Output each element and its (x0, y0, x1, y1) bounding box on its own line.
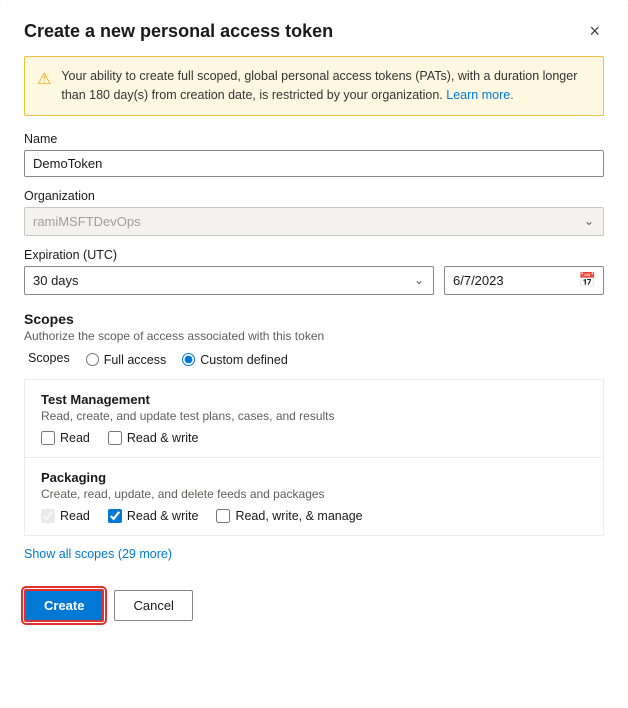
scopes-list-container: Test Management Read, create, and update… (24, 379, 604, 536)
packaging-read-label[interactable]: Read (41, 509, 90, 523)
scope-title-test-management: Test Management (41, 392, 587, 407)
show-all-scopes-button[interactable]: Show all scopes (29 more) (24, 547, 172, 561)
org-select-wrapper: ramiMSFTDevOps ⌄ (24, 207, 604, 236)
custom-defined-radio[interactable] (182, 353, 195, 366)
scope-desc-test-management: Read, create, and update test plans, cas… (41, 409, 587, 423)
warning-icon: ⚠ (37, 68, 51, 105)
packaging-readwritemanage-label[interactable]: Read, write, & manage (216, 509, 362, 523)
custom-defined-radio-label[interactable]: Custom defined (182, 353, 288, 367)
scope-block-packaging: Packaging Create, read, update, and dele… (25, 458, 603, 535)
test-mgmt-read-label[interactable]: Read (41, 431, 90, 445)
full-access-label: Full access (104, 353, 167, 367)
scope-title-packaging: Packaging (41, 470, 587, 485)
date-input[interactable] (444, 266, 604, 295)
scopes-scroll[interactable]: Test Management Read, create, and update… (25, 380, 603, 535)
org-label: Organization (24, 189, 604, 203)
test-mgmt-readwrite-label[interactable]: Read & write (108, 431, 199, 445)
scopes-section: Scopes Authorize the scope of access ass… (24, 311, 604, 379)
packaging-readwrite-label[interactable]: Read & write (108, 509, 199, 523)
packaging-readwrite-text: Read & write (127, 509, 199, 523)
close-button[interactable]: × (585, 20, 604, 42)
test-mgmt-readwrite-text: Read & write (127, 431, 199, 445)
date-input-wrapper: 📅 (444, 266, 604, 295)
scopes-title: Scopes (24, 311, 604, 327)
test-mgmt-readwrite-checkbox[interactable] (108, 431, 122, 445)
expiration-dropdown[interactable]: 30 days 60 days 90 days 180 days 1 year … (24, 266, 434, 295)
scope-desc-packaging: Create, read, update, and delete feeds a… (41, 487, 587, 501)
scopes-desc: Authorize the scope of access associated… (24, 329, 604, 343)
dialog-footer: Create Cancel (24, 589, 604, 622)
full-access-radio-label[interactable]: Full access (86, 353, 167, 367)
scopes-radio-group: Scopes Full access Custom defined (28, 351, 604, 369)
warning-banner: ⚠ Your ability to create full scoped, gl… (24, 56, 604, 116)
packaging-readwritemanage-text: Read, write, & manage (235, 509, 362, 523)
expiration-label: Expiration (UTC) (24, 248, 604, 262)
scope-block-test-management: Test Management Read, create, and update… (25, 380, 603, 458)
name-input[interactable] (24, 150, 604, 177)
scopes-radio-label: Scopes (28, 351, 70, 365)
cancel-button[interactable]: Cancel (114, 590, 192, 621)
scope-checkboxes-packaging: Read Read & write Read, write, & manage (41, 509, 587, 523)
packaging-readwrite-checkbox[interactable] (108, 509, 122, 523)
packaging-read-text: Read (60, 509, 90, 523)
dialog-header: Create a new personal access token × (24, 20, 604, 42)
expiration-row: 30 days 60 days 90 days 180 days 1 year … (24, 266, 604, 295)
custom-defined-label: Custom defined (200, 353, 288, 367)
name-label: Name (24, 132, 604, 146)
warning-text: Your ability to create full scoped, glob… (61, 67, 591, 105)
org-select[interactable]: ramiMSFTDevOps (24, 207, 604, 236)
show-scopes-row: Show all scopes (29 more) (24, 546, 604, 561)
packaging-readwritemanage-checkbox[interactable] (216, 509, 230, 523)
packaging-read-checkbox[interactable] (41, 509, 55, 523)
test-mgmt-read-checkbox[interactable] (41, 431, 55, 445)
create-button[interactable]: Create (24, 589, 104, 622)
dialog-title: Create a new personal access token (24, 21, 333, 42)
expiration-dropdown-wrapper: 30 days 60 days 90 days 180 days 1 year … (24, 266, 434, 295)
full-access-radio[interactable] (86, 353, 99, 366)
test-mgmt-read-text: Read (60, 431, 90, 445)
learn-more-link[interactable]: Learn more. (446, 88, 513, 102)
scope-checkboxes-test-management: Read Read & write (41, 431, 587, 445)
create-token-dialog: Create a new personal access token × ⚠ Y… (0, 0, 628, 708)
